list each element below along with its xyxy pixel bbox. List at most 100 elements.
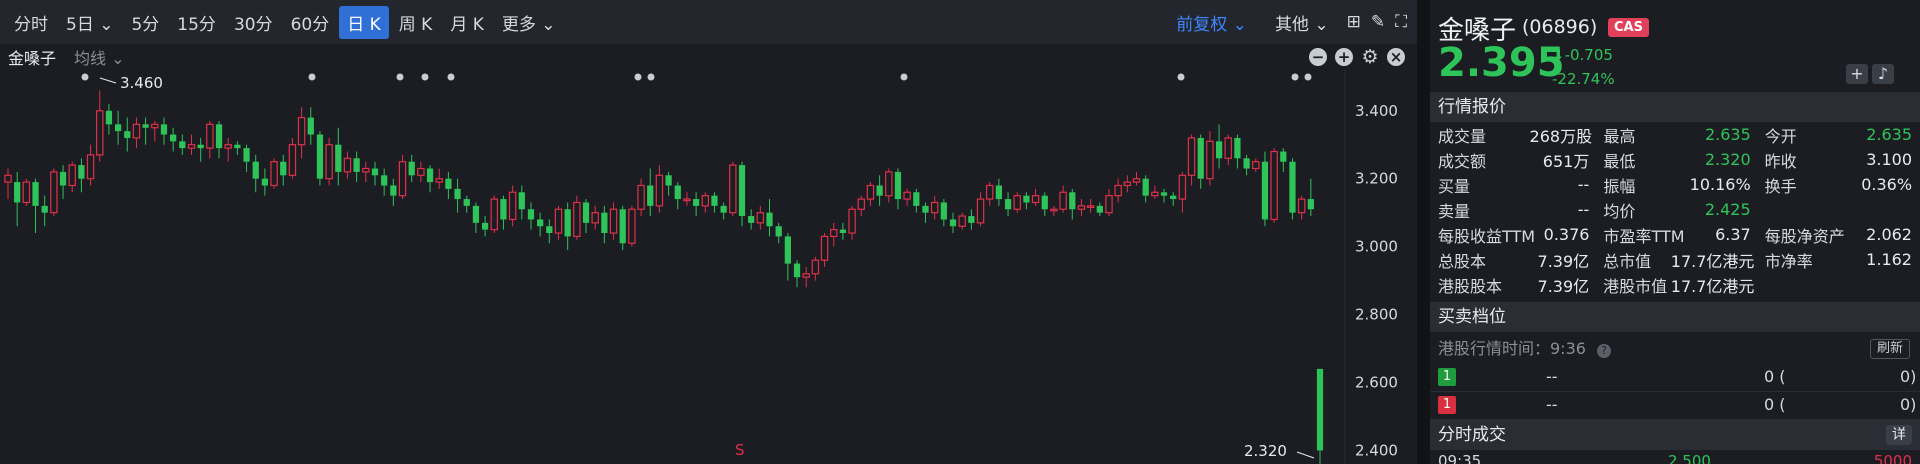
candle[interactable] (234, 141, 241, 155)
candle[interactable] (335, 127, 342, 186)
candle[interactable] (445, 171, 452, 200)
candle[interactable] (866, 182, 875, 206)
candle[interactable] (1132, 171, 1141, 186)
candle[interactable] (903, 188, 911, 206)
adjust-dropdown[interactable]: 前复权 ⌄ (1168, 6, 1255, 39)
candle[interactable] (316, 131, 324, 186)
candle[interactable] (546, 219, 553, 244)
event-marker[interactable] (81, 73, 89, 81)
candle[interactable] (894, 168, 902, 210)
candle[interactable] (160, 117, 168, 145)
candle[interactable] (270, 158, 278, 189)
candle[interactable] (683, 192, 691, 206)
candle[interactable] (187, 134, 196, 155)
other-dropdown[interactable]: 其他 ⌄ (1267, 6, 1337, 39)
candlestick-chart[interactable]: 3.400 3.200 3.000 2.800 2.600 2.400 3.460 2.3… (0, 70, 1417, 464)
candle[interactable] (848, 205, 856, 240)
ma-dropdown[interactable]: 均线 ⌄ (74, 45, 125, 69)
help-icon[interactable]: ? (1597, 344, 1612, 358)
candle[interactable] (59, 165, 67, 200)
event-marker[interactable] (421, 73, 429, 81)
period-tab-5[interactable]: 60分 (283, 6, 338, 39)
candle[interactable] (261, 168, 269, 196)
period-tab-9[interactable]: 更多 ⌄ (494, 6, 564, 39)
candle[interactable] (1215, 124, 1223, 169)
detail-button[interactable]: 详 (1886, 425, 1912, 445)
candle[interactable] (949, 212, 957, 234)
candle[interactable] (601, 205, 608, 244)
candle[interactable] (371, 161, 379, 186)
candle[interactable] (4, 168, 12, 200)
event-marker[interactable] (396, 73, 404, 81)
candle[interactable] (665, 171, 672, 196)
candle[interactable] (968, 209, 975, 230)
candle[interactable] (86, 144, 95, 186)
candle[interactable] (68, 161, 76, 193)
candle[interactable] (857, 195, 865, 217)
candle[interactable] (435, 168, 443, 189)
candle[interactable] (729, 161, 737, 217)
candle[interactable] (913, 188, 920, 213)
candle[interactable] (132, 117, 141, 149)
period-tab-0[interactable]: 分时 (6, 6, 56, 39)
candle[interactable] (1280, 148, 1287, 172)
period-tab-4[interactable]: 30分 (226, 6, 281, 39)
candle[interactable] (454, 178, 461, 213)
candle[interactable] (738, 161, 746, 227)
candle[interactable] (1316, 368, 1324, 464)
candle[interactable] (243, 144, 250, 172)
candle[interactable] (481, 216, 489, 237)
draw-pen-icon[interactable]: ✎ (1371, 12, 1385, 32)
candle[interactable] (50, 168, 58, 217)
candle[interactable] (885, 168, 893, 203)
candle[interactable] (78, 158, 85, 193)
candle[interactable] (820, 233, 829, 267)
candle[interactable] (1004, 192, 1012, 217)
candle[interactable] (124, 117, 131, 152)
candle[interactable] (1197, 134, 1204, 189)
candle[interactable] (748, 209, 755, 230)
candle[interactable] (582, 199, 590, 234)
event-marker[interactable] (647, 73, 655, 81)
candle[interactable] (463, 195, 470, 213)
candle[interactable] (206, 120, 214, 159)
event-marker[interactable] (1291, 73, 1299, 81)
candle[interactable] (756, 205, 765, 230)
layout-icon[interactable]: ⊞ (1347, 12, 1361, 32)
candle[interactable] (1151, 185, 1159, 200)
candle[interactable] (647, 168, 654, 217)
candle[interactable] (224, 137, 232, 162)
refresh-button[interactable]: 刷新 (1869, 339, 1910, 359)
candle[interactable] (508, 185, 517, 227)
candle[interactable] (142, 117, 149, 145)
candle[interactable] (1178, 171, 1187, 213)
period-tab-3[interactable]: 15分 (169, 6, 224, 39)
candle[interactable] (958, 212, 966, 230)
candle[interactable] (720, 202, 727, 220)
candle[interactable] (564, 202, 571, 251)
period-tab-8[interactable]: 月 K (442, 6, 492, 39)
candle[interactable] (1086, 199, 1095, 213)
candle[interactable] (14, 171, 21, 227)
candle[interactable] (390, 178, 397, 206)
candle[interactable] (288, 137, 297, 179)
candle[interactable] (930, 195, 939, 220)
close-chart-icon[interactable]: × (1387, 48, 1405, 66)
candle[interactable] (922, 202, 929, 223)
candle[interactable] (353, 151, 360, 183)
candle[interactable] (674, 182, 681, 210)
candle[interactable] (252, 154, 259, 193)
candle[interactable] (1142, 175, 1149, 203)
candle[interactable] (1289, 158, 1296, 220)
candle[interactable] (1041, 192, 1048, 217)
candle[interactable] (775, 222, 782, 244)
candle[interactable] (343, 151, 352, 179)
zoom-out-icon[interactable]: − (1309, 48, 1327, 66)
candle[interactable] (1013, 192, 1021, 213)
candle[interactable] (1059, 185, 1067, 213)
candle[interactable] (527, 202, 535, 230)
candle[interactable] (876, 175, 883, 206)
event-marker[interactable] (1304, 73, 1312, 81)
zoom-in-icon[interactable]: + (1335, 48, 1353, 66)
candle[interactable] (793, 260, 801, 288)
